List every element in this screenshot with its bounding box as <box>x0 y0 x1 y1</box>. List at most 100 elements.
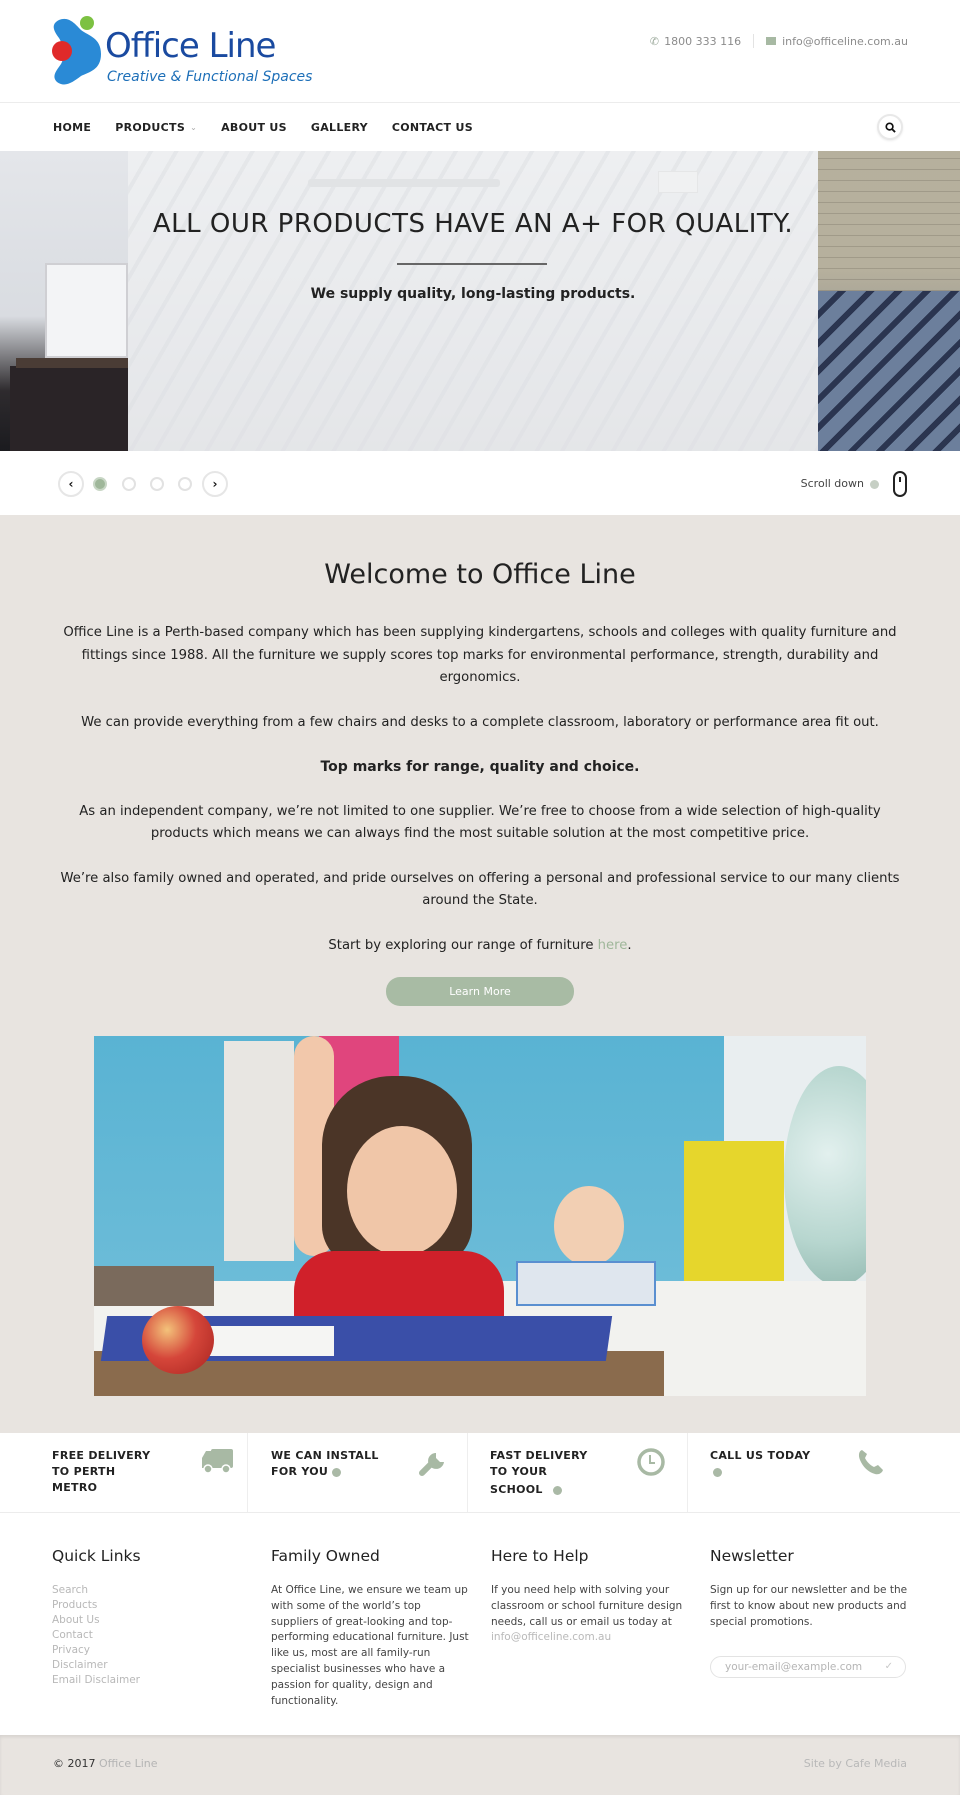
feature-text: CALL US TODAY <box>710 1448 810 1480</box>
footer-link-search[interactable]: Search <box>52 1583 242 1598</box>
welcome-highlight: Top marks for range, quality and choice. <box>320 759 640 775</box>
footer-heading: Quick Links <box>52 1547 141 1565</box>
feature-call-us[interactable]: CALL US TODAY <box>688 1433 960 1512</box>
welcome-paragraph: We can provide everything from a few cha… <box>81 714 879 730</box>
nav-item-contact-us[interactable]: CONTACT US <box>392 121 473 134</box>
newsletter-placeholder: your-email@example.com <box>725 1661 863 1674</box>
feature-text: FAST DELIVERY TO YOUR SCHOOL <box>490 1448 588 1498</box>
here-link[interactable]: here <box>598 938 628 953</box>
footer-link-contact[interactable]: Contact <box>52 1628 242 1643</box>
footer-email-link[interactable]: info@officeline.com.au <box>491 1631 611 1643</box>
help-text: If you need help with solving your class… <box>491 1584 683 1628</box>
features-bar: FREE DELIVERY TO PERTH METRO WE CAN INST… <box>0 1433 960 1513</box>
feature-line: FREE DELIVERY <box>52 1449 151 1462</box>
classroom-photo <box>94 1036 866 1396</box>
envelope-icon <box>766 37 777 45</box>
arrow-right-circle-icon <box>552 1485 562 1495</box>
welcome-section: Welcome to Office Line Office Line is a … <box>0 515 960 1433</box>
feature-free-delivery[interactable]: FREE DELIVERY TO PERTH METRO <box>0 1433 248 1512</box>
feature-line: SCHOOL <box>490 1482 588 1498</box>
header-email-link[interactable]: info@officeline.com.au <box>782 35 908 48</box>
feature-line: TO YOUR <box>490 1465 548 1478</box>
hero-seats <box>818 291 960 451</box>
chevron-right-icon: › <box>212 477 218 491</box>
nav-label: CONTACT US <box>391 120 473 134</box>
slider-dot-1[interactable] <box>93 477 107 491</box>
photo-paper <box>194 1326 334 1356</box>
welcome-paragraph: Office Line is a Perth-based company whi… <box>63 625 897 685</box>
phone-icon <box>858 1450 883 1475</box>
slider-prev-button[interactable]: ‹ <box>58 471 84 497</box>
header-phone-link[interactable]: 1800 333 116 <box>664 35 741 48</box>
feature-line: METRO <box>52 1481 98 1494</box>
slider-dot-3[interactable] <box>150 477 164 491</box>
hero-subtitle: We supply quality, long-lasting products… <box>310 286 636 302</box>
nav-item-about-us[interactable]: ABOUT US <box>221 121 287 134</box>
copyright: © 2017 Office Line <box>53 1757 158 1770</box>
footer: Quick Links Search Products About Us Con… <box>0 1513 960 1735</box>
truck-icon <box>202 1449 233 1474</box>
nav-item-gallery[interactable]: GALLERY <box>311 121 368 134</box>
nav-label: PRODUCTS <box>115 120 186 134</box>
feature-line: FAST DELIVERY <box>490 1449 588 1462</box>
check-icon[interactable]: ✓ <box>885 1657 893 1677</box>
contact-divider <box>753 34 755 48</box>
chevron-down-icon: ⌄ <box>190 122 198 132</box>
footer-here-to-help: Here to Help If you need help with solvi… <box>491 1547 691 1646</box>
footer-link-privacy[interactable]: Privacy <box>52 1643 242 1658</box>
slider-next-button[interactable]: › <box>202 471 228 497</box>
header-contact: ✆ 1800 333 116 info@officeline.com.au <box>650 34 908 48</box>
scroll-down-link[interactable]: Scroll down <box>801 477 864 490</box>
feature-line: FOR YOU <box>271 1464 379 1480</box>
site-credit-link[interactable]: Site by Cafe Media <box>804 1757 907 1770</box>
photo-apple <box>142 1306 214 1374</box>
footer-newsletter: Newsletter Sign up for our newsletter an… <box>710 1547 910 1679</box>
feature-line-text: SCHOOL <box>490 1483 543 1496</box>
hero-image-right <box>818 151 960 451</box>
feature-line: WE CAN INSTALL <box>271 1449 379 1462</box>
welcome-cta: Start by exploring our range of furnitur… <box>50 935 910 958</box>
nav-item-home[interactable]: HOME <box>53 121 91 134</box>
footer-quick-links: Quick Links Search Products About Us Con… <box>52 1547 242 1688</box>
footer-help-text: If you need help with solving your class… <box>491 1583 691 1646</box>
nav-label: HOME <box>53 120 92 134</box>
photo-poster <box>224 1041 294 1261</box>
feature-line-text: FOR YOU <box>271 1465 329 1478</box>
logo-icon <box>52 16 101 85</box>
photo-desk-back <box>94 1266 214 1306</box>
footer-link-about-us[interactable]: About Us <box>52 1613 242 1628</box>
mouse-icon[interactable] <box>893 471 907 497</box>
footer-link-products[interactable]: Products <box>52 1598 242 1613</box>
feature-install[interactable]: WE CAN INSTALL FOR YOU <box>248 1433 468 1512</box>
nav-label: ABOUT US <box>221 120 287 134</box>
cta-end: . <box>627 937 632 953</box>
hero-brick-wall <box>818 151 960 301</box>
logo-tagline: Creative & Functional Spaces <box>107 69 313 85</box>
welcome-paragraph: We’re also family owned and operated, an… <box>60 870 900 909</box>
nav-item-products[interactable]: PRODUCTS ⌄ <box>115 121 197 134</box>
footer-heading: Family Owned <box>271 1547 380 1565</box>
footer-link-disclaimer[interactable]: Disclaimer <box>52 1658 242 1673</box>
feature-fast-delivery[interactable]: FAST DELIVERY TO YOUR SCHOOL <box>468 1433 688 1512</box>
welcome-paragraph: As an independent company, we’re not lim… <box>79 803 881 842</box>
copyright-text: © 2017 <box>53 1757 99 1770</box>
feature-line: CALL US TODAY <box>710 1449 811 1462</box>
cta-text: Start by exploring our range of furnitur… <box>328 937 598 953</box>
chevron-left-icon: ‹ <box>68 477 74 491</box>
slider-dot-4[interactable] <box>178 477 192 491</box>
phone-icon: ✆ <box>649 34 660 48</box>
site-header: Office Line Creative & Functional Spaces… <box>0 0 960 103</box>
hero-title: ALL OUR PRODUCTS HAVE AN A+ FOR QUALITY. <box>152 209 794 239</box>
copyright-link[interactable]: Office Line <box>99 1757 158 1770</box>
learn-more-button[interactable]: Learn More <box>386 977 574 1006</box>
search-button[interactable] <box>877 114 903 140</box>
footer-link-email-disclaimer[interactable]: Email Disclaimer <box>52 1673 242 1688</box>
arrow-down-circle-icon <box>870 480 879 489</box>
bottom-bar: © 2017 Office Line Site by Cafe Media <box>0 1735 960 1795</box>
logo[interactable]: Office Line Creative & Functional Spaces <box>51 14 321 88</box>
slider-dot-2[interactable] <box>122 477 136 491</box>
search-icon <box>884 121 896 133</box>
photo-container <box>516 1261 656 1306</box>
main-nav: HOME PRODUCTS ⌄ ABOUT US GALLERY CONTACT … <box>0 103 960 151</box>
newsletter-email-input[interactable]: your-email@example.com ✓ <box>710 1656 906 1679</box>
